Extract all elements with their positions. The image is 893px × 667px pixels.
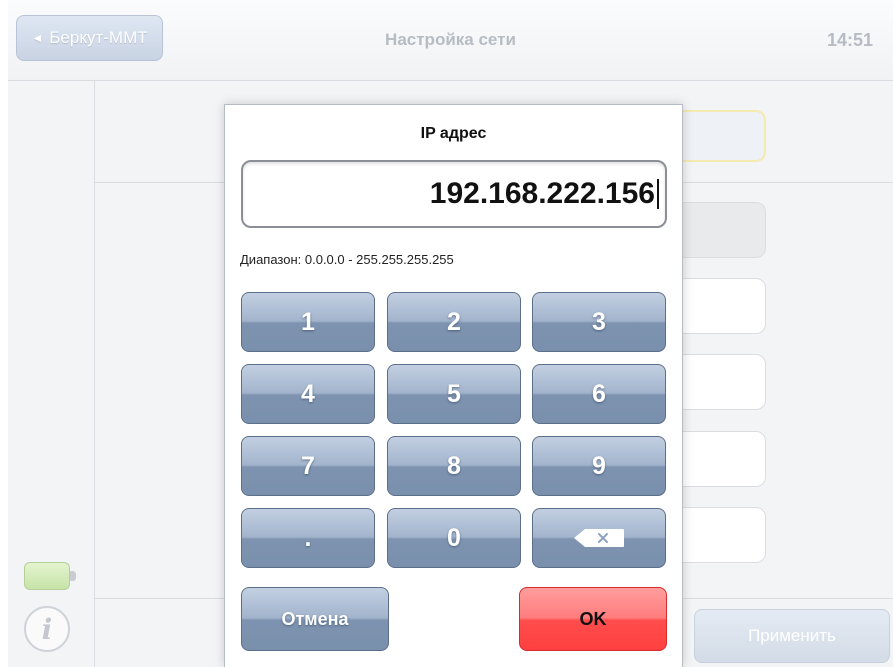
top-bar: ◄ Беркут-ММТ Настройка сети 14:51 <box>8 0 893 81</box>
page-title: Настройка сети <box>385 30 516 49</box>
cancel-button[interactable]: Отмена <box>241 587 389 651</box>
backspace-key[interactable] <box>532 508 666 568</box>
key-3[interactable]: 3 <box>532 292 666 352</box>
ip-address-input[interactable]: 192.168.222.156 <box>241 160 667 228</box>
key-7[interactable]: 7 <box>241 436 375 496</box>
sidebar-divider <box>94 80 95 667</box>
apply-button[interactable]: Применить <box>694 609 890 663</box>
backspace-icon <box>574 529 624 547</box>
range-hint: Диапазон: 0.0.0.0 - 255.255.255.255 <box>240 252 454 267</box>
dialog-title: IP адрес <box>420 125 487 142</box>
key-1[interactable]: 1 <box>241 292 375 352</box>
text-caret <box>657 179 659 209</box>
ok-button[interactable]: OK <box>519 587 667 651</box>
ip-address-dialog: IP адрес 192.168.222.156 Диапазон: 0.0.0… <box>224 104 683 667</box>
key-0[interactable]: 0 <box>387 508 521 568</box>
key-9[interactable]: 9 <box>532 436 666 496</box>
clock: 14:51 <box>826 30 873 50</box>
ip-address-value: 192.168.222.156 <box>429 177 655 210</box>
battery-icon <box>24 562 78 590</box>
key-dot[interactable]: . <box>241 508 375 568</box>
key-5[interactable]: 5 <box>387 364 521 424</box>
key-4[interactable]: 4 <box>241 364 375 424</box>
key-2[interactable]: 2 <box>387 292 521 352</box>
key-8[interactable]: 8 <box>387 436 521 496</box>
info-icon[interactable]: i <box>24 606 70 652</box>
key-6[interactable]: 6 <box>532 364 666 424</box>
